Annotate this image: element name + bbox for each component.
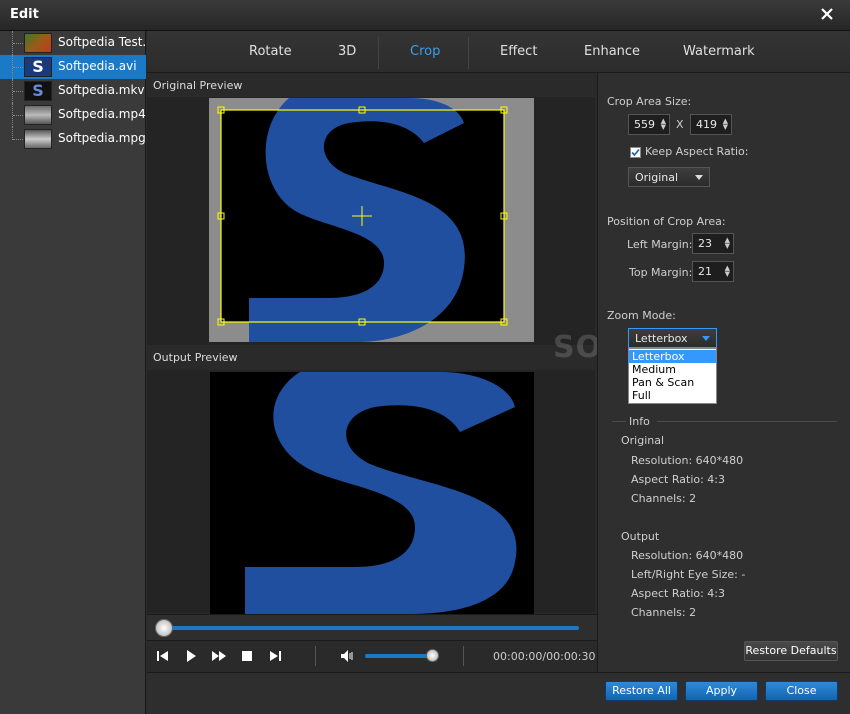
title-bar	[0, 0, 850, 31]
apply-button[interactable]: Apply	[685, 681, 758, 701]
left-margin-spinner[interactable]: 23 ▲ ▼	[692, 233, 734, 254]
tab-enhance[interactable]: Enhance	[584, 44, 640, 59]
seek-bar[interactable]	[147, 614, 597, 640]
file-item-softpedia-mp4[interactable]: Softpedia.mp4	[0, 103, 146, 127]
top-margin-spinner[interactable]: 21 ▲ ▼	[692, 261, 734, 282]
restore-defaults-button[interactable]: Restore Defaults	[744, 641, 838, 661]
restore-all-button[interactable]: Restore All	[605, 681, 678, 701]
keep-aspect-label: Keep Aspect Ratio:	[645, 145, 749, 158]
file-item-label: Softpedia.mkv	[58, 83, 145, 97]
fast-forward-icon[interactable]	[211, 648, 227, 664]
crop-area-size-label: Crop Area Size:	[607, 95, 692, 108]
file-item-softpedia-test[interactable]: Softpedia Test...	[0, 31, 154, 55]
tab-crop[interactable]: Crop	[410, 44, 440, 59]
file-list: Softpedia Test... S Softpedia.avi S Soft…	[0, 31, 154, 714]
tab-bar: Rotate 3D Crop Effect Enhance Watermark	[147, 31, 850, 73]
previous-icon[interactable]	[155, 648, 171, 664]
original-channels: Channels: 2	[631, 492, 697, 505]
tab-rotate[interactable]: Rotate	[249, 44, 292, 59]
file-item-label: Softpedia.mpg	[58, 131, 146, 145]
time-display: 00:00:00/00:00:30	[493, 650, 596, 663]
output-preview-label: Output Preview	[153, 351, 238, 364]
spinner-arrows-icon[interactable]: ▲ ▼	[725, 237, 730, 250]
zoom-mode-options: Letterbox Medium Pan & Scan Full	[628, 348, 717, 404]
spinner-arrows-icon[interactable]: ▲ ▼	[723, 118, 728, 131]
tab-effect[interactable]: Effect	[500, 44, 537, 59]
original-preview-label: Original Preview	[153, 79, 243, 92]
seek-handle[interactable]	[155, 619, 173, 637]
thumbnail-icon	[24, 33, 52, 53]
crop-width-spinner[interactable]: 559 ▲ ▼	[628, 114, 670, 135]
chevron-down-icon	[695, 175, 703, 180]
aspect-ratio-dropdown[interactable]: Original	[628, 167, 710, 187]
file-item-label: Softpedia.mp4	[58, 107, 146, 121]
zoom-option-letterbox[interactable]: Letterbox	[629, 350, 716, 363]
original-preview-image	[209, 98, 534, 342]
spinner-arrows-icon[interactable]: ▲ ▼	[661, 118, 666, 131]
file-item-label: Softpedia Test...	[58, 35, 154, 49]
chevron-down-icon	[702, 336, 710, 341]
top-margin-label: Top Margin:	[629, 266, 693, 279]
thumbnail-icon	[24, 129, 52, 149]
left-margin-label: Left Margin:	[627, 238, 693, 251]
thumbnail-icon: S	[24, 57, 52, 77]
file-item-softpedia-mpg[interactable]: Softpedia.mpg	[0, 127, 146, 151]
zoom-mode-dropdown[interactable]: Letterbox	[628, 328, 717, 348]
zoom-option-medium[interactable]: Medium	[629, 363, 716, 376]
crop-height-spinner[interactable]: 419 ▲ ▼	[690, 114, 732, 135]
file-item-softpedia-mkv[interactable]: S Softpedia.mkv	[0, 79, 146, 103]
output-resolution: Resolution: 640*480	[631, 549, 744, 562]
zoom-option-full[interactable]: Full	[629, 389, 716, 402]
stop-icon[interactable]	[239, 648, 255, 664]
thumbnail-icon: S	[24, 81, 52, 101]
original-resolution: Resolution: 640*480	[631, 454, 744, 467]
volume-slider[interactable]	[365, 654, 433, 658]
next-icon[interactable]	[267, 648, 283, 664]
seek-track	[159, 626, 579, 630]
info-heading: Info	[629, 415, 650, 428]
output-aspect-ratio: Aspect Ratio: 4:3	[631, 587, 726, 600]
output-channels: Channels: 2	[631, 606, 697, 619]
output-eye-size: Left/Right Eye Size: -	[631, 568, 746, 581]
thumbnail-icon	[24, 105, 52, 125]
play-icon[interactable]	[183, 648, 199, 664]
output-info-heading: Output	[621, 530, 660, 543]
file-item-softpedia-avi[interactable]: S Softpedia.avi	[0, 55, 146, 79]
spinner-arrows-icon[interactable]: ▲ ▼	[725, 265, 730, 278]
volume-icon[interactable]	[339, 648, 355, 664]
tab-watermark[interactable]: Watermark	[683, 44, 755, 59]
keep-aspect-checkbox[interactable]	[630, 147, 641, 158]
crop-size-separator: X	[676, 118, 684, 131]
file-item-label: Softpedia.avi	[58, 59, 137, 73]
tab-3d[interactable]: 3D	[338, 44, 356, 59]
close-icon[interactable]	[818, 5, 836, 23]
original-info-heading: Original	[621, 434, 665, 447]
output-preview-image	[210, 372, 534, 614]
original-aspect-ratio: Aspect Ratio: 4:3	[631, 473, 726, 486]
crop-position-label: Position of Crop Area:	[607, 215, 726, 228]
zoom-mode-label: Zoom Mode:	[607, 309, 676, 322]
player-controls: 00:00:00/00:00:30	[147, 640, 597, 671]
window-title: Edit	[10, 7, 39, 22]
close-button[interactable]: Close	[765, 681, 838, 701]
volume-handle[interactable]	[426, 649, 439, 662]
zoom-option-pan-scan[interactable]: Pan & Scan	[629, 376, 716, 389]
